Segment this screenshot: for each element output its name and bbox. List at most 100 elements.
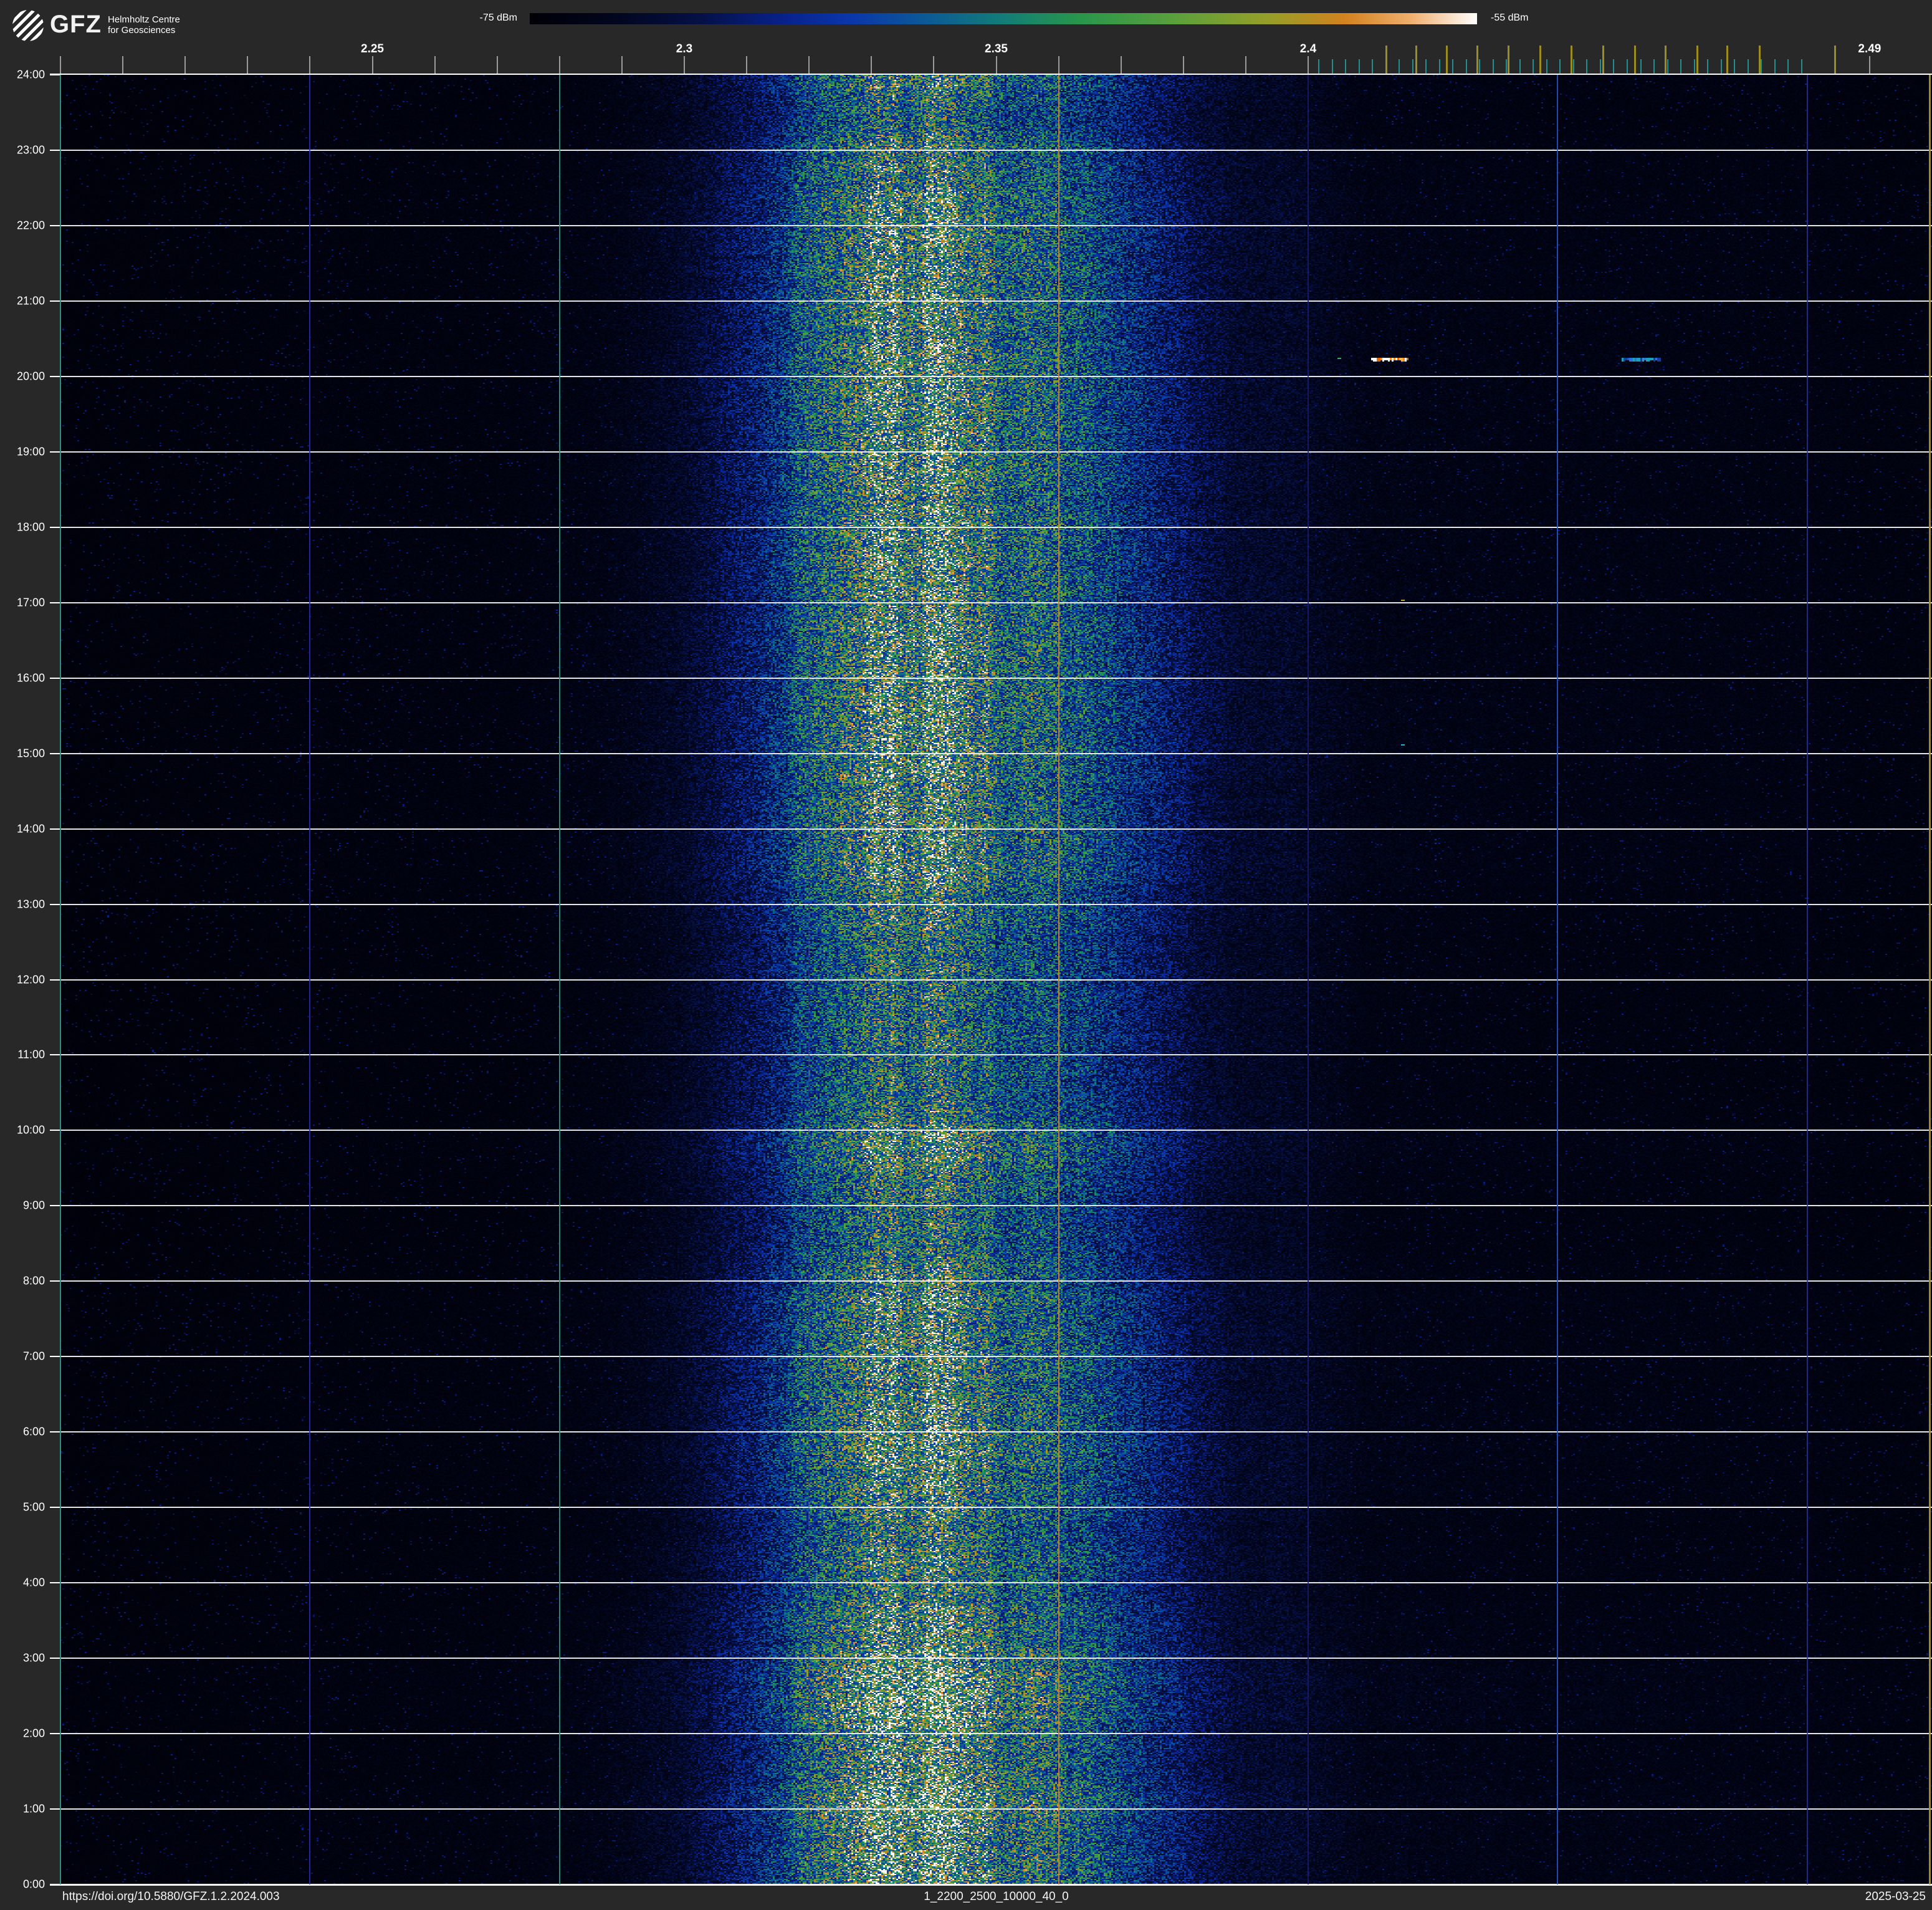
channel-marker-tick-teal — [1680, 59, 1682, 74]
hour-tick — [50, 1356, 60, 1358]
hour-gridline — [60, 602, 1932, 603]
channel-marker-tick-teal — [1667, 59, 1668, 74]
channel-marker-tick-yellow — [1726, 46, 1728, 74]
channel-marker-tick-teal — [1452, 59, 1454, 74]
channel-marker-tick-teal — [1358, 59, 1360, 74]
hour-label: 14:00 — [16, 822, 45, 835]
hour-tick — [50, 1431, 60, 1433]
hour-tick — [50, 526, 60, 528]
channel-marker-tick-teal — [1761, 59, 1762, 74]
top-axis-line — [50, 74, 1932, 75]
channel-marker-tick-yellow — [1664, 46, 1667, 74]
hour-tick — [50, 149, 60, 151]
brand-text: GFZ — [50, 11, 102, 38]
brand-subtitle-line1: Helmholtz Centre — [107, 14, 180, 25]
hour-label: 18:00 — [16, 521, 45, 534]
hour-tick — [50, 1507, 60, 1509]
freq-tick-label: 2.25 — [361, 42, 384, 55]
freq-tick — [371, 56, 373, 74]
hour-gridline — [60, 1280, 1932, 1282]
hour-label: 9:00 — [22, 1199, 45, 1212]
freq-gridline — [1806, 75, 1808, 1884]
hour-tick — [50, 224, 60, 226]
channel-marker-tick-yellow — [1633, 46, 1636, 74]
hour-label: 11:00 — [17, 1048, 45, 1061]
freq-tick — [621, 56, 623, 74]
freq-tick — [1058, 56, 1059, 74]
hour-label: 16:00 — [16, 671, 45, 684]
channel-marker-tick-teal — [1653, 59, 1655, 74]
hour-gridline — [60, 224, 1932, 226]
hour-label: 10:00 — [16, 1123, 45, 1136]
freq-tick — [995, 56, 997, 74]
hour-tick — [50, 1130, 60, 1131]
freq-tick-label: 2.49 — [1858, 42, 1882, 55]
hour-label: 20:00 — [16, 370, 45, 383]
footer-date: 2025-03-25 — [1865, 1890, 1926, 1903]
freq-tick — [933, 56, 935, 74]
hour-label: 15:00 — [16, 747, 45, 760]
channel-marker-tick-teal — [1479, 59, 1481, 74]
hour-tick — [50, 300, 60, 302]
hour-label: 19:00 — [16, 445, 45, 458]
channel-marker-tick-teal — [1707, 59, 1709, 74]
channel-marker-tick-teal — [1546, 59, 1547, 74]
hour-label: 2:00 — [22, 1727, 45, 1740]
channel-marker-tick-teal — [1640, 59, 1642, 74]
hour-tick — [50, 1280, 60, 1282]
freq-tick-label: 2.3 — [676, 42, 693, 55]
freq-tick — [60, 56, 61, 74]
freq-tick — [247, 56, 249, 74]
hour-label: 23:00 — [16, 143, 45, 156]
channel-marker-tick-teal — [1372, 59, 1374, 74]
freq-tick — [1182, 56, 1184, 74]
hour-label: 5:00 — [22, 1500, 45, 1514]
gfz-globe-icon — [12, 10, 44, 41]
hour-tick — [50, 979, 60, 981]
hour-tick — [50, 375, 60, 377]
freq-gridline — [808, 75, 810, 1884]
hour-gridline — [60, 1733, 1932, 1735]
hour-label: 8:00 — [22, 1274, 45, 1287]
freq-tick — [184, 56, 186, 74]
channel-marker-tick-teal — [1787, 59, 1789, 74]
hour-label: 3:00 — [22, 1651, 45, 1664]
channel-marker-tick-teal — [1599, 59, 1601, 74]
channel-marker-tick-teal — [1425, 59, 1427, 74]
hour-gridline — [60, 451, 1932, 453]
hour-label: 22:00 — [16, 219, 45, 232]
channel-marker-tick-teal — [1399, 59, 1400, 74]
hour-gridline — [60, 1507, 1932, 1509]
freq-gridline — [1058, 75, 1059, 1884]
hour-gridline — [60, 149, 1932, 151]
freq-tick — [1868, 56, 1870, 74]
hour-tick — [50, 1733, 60, 1735]
channel-marker-tick-teal — [1627, 59, 1628, 74]
hour-gridline — [60, 1054, 1932, 1056]
channel-marker-tick-yellow — [1539, 46, 1542, 74]
freq-gridline — [1308, 75, 1309, 1884]
hour-gridline — [60, 300, 1932, 302]
channel-marker-tick-yellow — [1696, 46, 1698, 74]
channel-marker-tick-yellow — [1834, 46, 1836, 74]
hour-tick — [50, 1658, 60, 1659]
hour-tick — [50, 1582, 60, 1584]
channel-marker-tick-teal — [1331, 59, 1333, 74]
channel-marker-tick-yellow — [1758, 46, 1761, 74]
hour-label: 7:00 — [22, 1350, 45, 1363]
freq-tick — [1120, 56, 1122, 74]
channel-marker-tick-teal — [1438, 59, 1440, 74]
channel-marker-tick-yellow — [1415, 46, 1418, 74]
freq-gridline — [558, 75, 560, 1884]
channel-marker-tick-teal — [1586, 59, 1588, 74]
hour-gridline — [60, 677, 1932, 679]
channel-marker-tick-yellow — [1602, 46, 1605, 74]
hour-gridline — [60, 1431, 1932, 1433]
freq-tick — [808, 56, 810, 74]
hour-label: 13:00 — [16, 898, 45, 911]
hour-gridline — [60, 828, 1932, 830]
hour-gridline — [60, 1658, 1932, 1659]
channel-marker-tick-teal — [1533, 59, 1534, 74]
brand-subtitle-line2: for Geosciences — [107, 25, 176, 36]
freq-tick — [1308, 56, 1309, 74]
